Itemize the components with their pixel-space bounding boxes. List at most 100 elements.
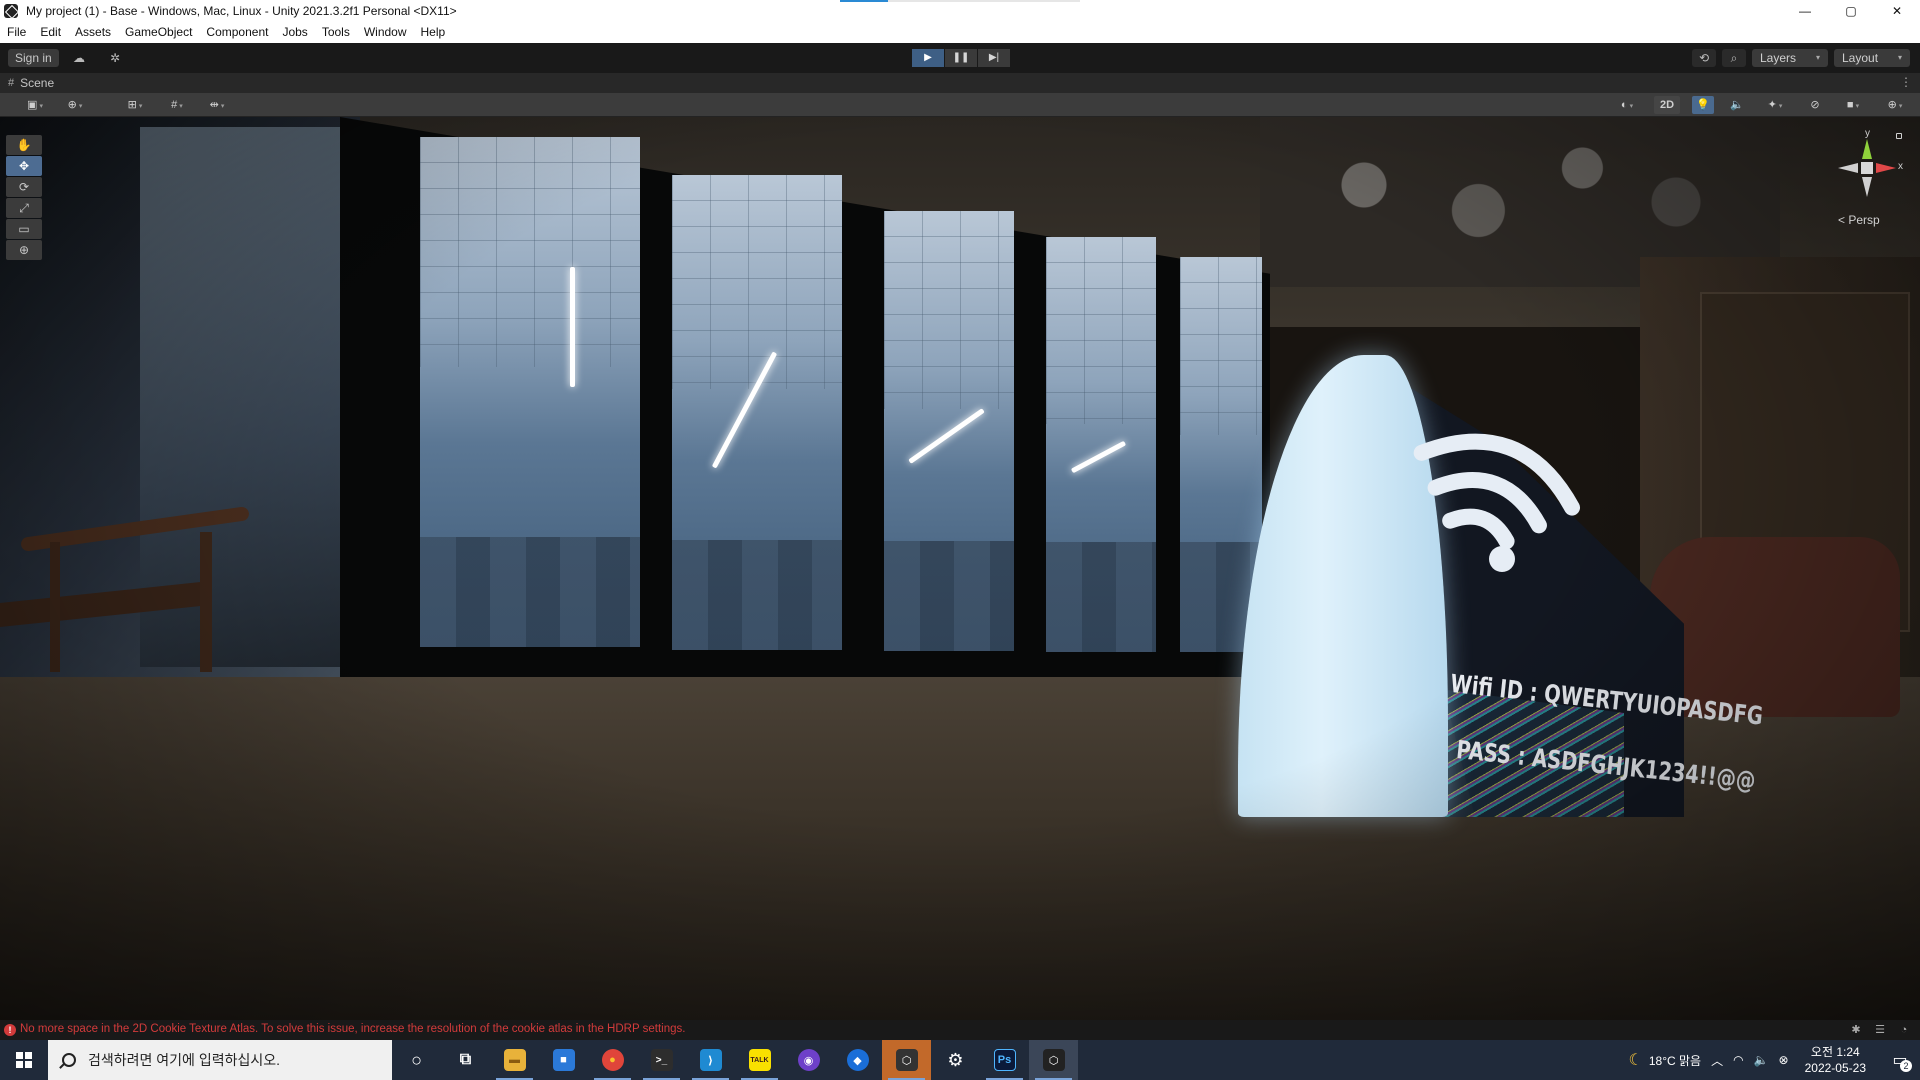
moon-weather-icon[interactable]: ☾ (1629, 1050, 1643, 1070)
sourcetree-button[interactable]: ◆ (833, 1040, 882, 1080)
github-desktop-button[interactable]: ◉ (784, 1040, 833, 1080)
pause-button[interactable]: ❚❚ (945, 49, 977, 67)
clock[interactable]: 오전 1:24 2022-05-23 (1805, 1044, 1866, 1076)
clock-date: 2022-05-23 (1804, 1061, 1866, 1075)
scale-tool-icon[interactable]: ⤢ (6, 198, 42, 218)
unity-hub-icon: ⬡ (895, 1049, 918, 1071)
progress-icon[interactable]: ☰ (1868, 1022, 1892, 1038)
layout-dropdown[interactable]: Layout ▾ (1834, 49, 1910, 67)
grid-snap-dropdown[interactable]: ⊞ ▾ (118, 96, 152, 114)
increment-snap-dropdown[interactable]: ⇹ ▾ (200, 96, 234, 114)
hand-tool-icon[interactable]: ✋ (6, 135, 42, 155)
store-button[interactable]: ■ (539, 1040, 588, 1080)
console-error-message[interactable]: No more space in the 2D Cookie Texture A… (20, 1023, 685, 1035)
unity-app-icon (4, 3, 18, 18)
gizmo-x-axis[interactable] (1876, 163, 1896, 173)
wifi-sign-object[interactable]: Wifi ID : QWERTYUIOPASDFG PASS : ASDFGHJ… (1234, 237, 1764, 817)
tab-scene[interactable]: # Scene (0, 73, 62, 93)
search-icon[interactable]: ⌕ (1722, 49, 1746, 67)
gizmo-neg-y-axis[interactable] (1862, 177, 1872, 197)
orientation-gizmo[interactable]: y x (1830, 125, 1910, 245)
effects-dropdown[interactable]: ✦ ▾ (1758, 96, 1792, 114)
network-icon[interactable]: ◠ (1733, 1053, 1743, 1067)
step-button[interactable]: ▶| (978, 49, 1010, 67)
projection-label[interactable]: < Persp (1838, 213, 1880, 227)
taskbar-search[interactable]: 검색하려면 여기에 입력하십시오. (48, 1040, 392, 1080)
title-bar: My project (1) - Base - Windows, Mac, Li… (0, 0, 1920, 21)
start-button[interactable] (0, 1040, 48, 1080)
settings-icon[interactable]: ◔ (1892, 1022, 1916, 1038)
photoshop-button[interactable]: Ps (980, 1040, 1029, 1080)
gizmo-center-cube[interactable] (1861, 162, 1873, 174)
layout-label: Layout (1842, 51, 1879, 65)
terminal-icon: >_ (650, 1049, 673, 1071)
audio-toggle-icon[interactable]: 🔈 (1726, 96, 1748, 114)
move-tool-icon[interactable]: ✥ (6, 156, 42, 176)
collab-icon[interactable]: ✲ (104, 49, 126, 67)
menu-file[interactable]: File (0, 25, 33, 39)
cortana-button[interactable]: ○ (392, 1040, 441, 1080)
menu-assets[interactable]: Assets (68, 25, 118, 39)
menu-help[interactable]: Help (414, 25, 453, 39)
global-local-dropdown[interactable]: ⊕ ▾ (58, 96, 92, 114)
scene-icon: # (8, 77, 15, 89)
weather-text[interactable]: 18°C 맑음 (1649, 1052, 1701, 1069)
grid-visibility-dropdown[interactable]: # ▾ (160, 96, 194, 114)
folder-icon: ▬ (503, 1049, 526, 1071)
scene-wooden-chair (0, 506, 270, 672)
draw-mode-dropdown[interactable]: ▣ ▾ (18, 96, 52, 114)
scene-viewport[interactable]: Wifi ID : QWERTYUIOPASDFG PASS : ASDFGHJ… (0, 117, 1920, 1020)
cloud-icon[interactable]: ☁ (68, 49, 90, 67)
kakaotalk-button[interactable]: TALK (735, 1040, 784, 1080)
menu-tools[interactable]: Tools (315, 25, 357, 39)
scene-tab-bar: # Scene ⋮ (0, 73, 1920, 93)
more-options-icon[interactable]: ⋮ (1900, 75, 1912, 89)
menu-jobs[interactable]: Jobs (275, 25, 314, 39)
2d-mode-toggle[interactable]: 2D (1654, 96, 1681, 114)
lighting-toggle-icon[interactable]: 💡 (1692, 96, 1714, 114)
error-icon: ! (4, 1024, 16, 1036)
rotate-tool-icon[interactable]: ⟳ (6, 177, 42, 197)
camera-dropdown[interactable]: ■ ▾ (1836, 96, 1870, 114)
sign-in-button[interactable]: Sign in (8, 49, 59, 67)
debug-icon[interactable]: ✱ (1844, 1022, 1868, 1038)
status-icons: ✱ ☰ ◔ (1844, 1022, 1916, 1038)
layers-dropdown[interactable]: Layers ▾ (1752, 49, 1828, 67)
lock-icon[interactable] (1896, 133, 1902, 139)
system-tray: ☾ 18°C 맑음 ︿ ◠ 🔈 ⊗ 오전 1:24 2022-05-23 ▭ 2 (1629, 1040, 1920, 1080)
task-view-button[interactable]: ⧉ (441, 1040, 490, 1080)
menu-component[interactable]: Component (199, 25, 275, 39)
gizmo-neg-x-axis[interactable] (1838, 163, 1858, 173)
close-button[interactable]: ✕ (1874, 0, 1920, 21)
notification-center-button[interactable]: ▭ 2 (1880, 1040, 1920, 1080)
menu-gameobject[interactable]: GameObject (118, 25, 199, 39)
hidden-objects-icon[interactable]: ⊘ (1804, 96, 1826, 114)
file-explorer-button[interactable]: ▬ (490, 1040, 539, 1080)
gizmo-y-label: y (1865, 128, 1870, 139)
search-icon (62, 1053, 76, 1067)
unity-hub-button[interactable]: ⬡ (882, 1040, 931, 1080)
minimize-button[interactable]: — (1782, 0, 1828, 21)
menu-window[interactable]: Window (357, 25, 414, 39)
menu-edit[interactable]: Edit (33, 25, 68, 39)
restore-button[interactable]: ▢ (1828, 0, 1874, 21)
window-controls: — ▢ ✕ (1782, 0, 1920, 21)
volume-icon[interactable]: 🔈 (1754, 1053, 1769, 1067)
play-button[interactable]: ▶ (912, 49, 944, 67)
language-icon[interactable]: ⊗ (1779, 1053, 1789, 1067)
unity-button[interactable]: ⬡ (1029, 1040, 1078, 1080)
history-icon[interactable]: ⟲ (1692, 49, 1716, 67)
rect-tool-icon[interactable]: ▭ (6, 219, 42, 239)
glass-pane (1046, 237, 1156, 652)
transform-tool-icon[interactable]: ⊕ (6, 240, 42, 260)
terminal-button[interactable]: >_ (637, 1040, 686, 1080)
gizmos-dropdown[interactable]: ⊕ ▾ (1878, 96, 1912, 114)
settings-button[interactable]: ⚙ (931, 1040, 980, 1080)
chevron-up-icon[interactable]: ︿ (1711, 1052, 1723, 1069)
chrome-button[interactable]: ● (588, 1040, 637, 1080)
vscode-button[interactable]: ⟩ (686, 1040, 735, 1080)
photoshop-icon: Ps (993, 1049, 1016, 1071)
gear-icon: ⚙ (947, 1049, 964, 1070)
gizmo-y-axis[interactable] (1862, 139, 1872, 159)
shading-mode-dropdown[interactable]: ◐ ▾ (1610, 96, 1644, 114)
